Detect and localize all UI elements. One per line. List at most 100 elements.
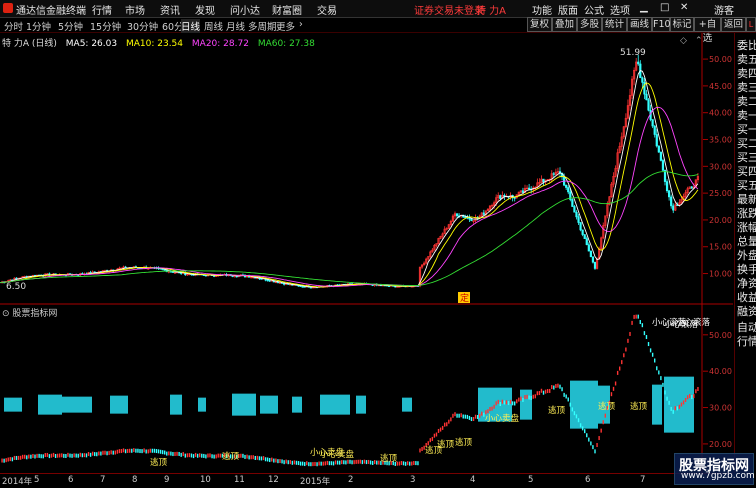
indicator-dot	[559, 384, 561, 389]
period-30min[interactable]: 30分钟	[127, 19, 158, 33]
indicator-signal-label: 逃顶	[380, 453, 398, 464]
indicator-dot	[96, 452, 98, 457]
indicator-dot	[627, 338, 629, 343]
indicator-dot	[269, 458, 271, 463]
indicator-dot	[266, 457, 269, 462]
indicator-dot	[439, 427, 442, 432]
back-button[interactable]: 返回	[721, 17, 746, 32]
menu-item-quotes[interactable]: 行情	[92, 2, 112, 17]
indicator-dot	[660, 376, 662, 381]
indicator-chart[interactable]: 小心滚落小心滚落小心滚落逃顶逃顶 逃顶逃顶逃顶小心卖盘小心卖盘逃顶逃顶逃顶小心卖盘…	[0, 305, 733, 475]
period-intraday[interactable]: 分时	[4, 19, 23, 33]
kline-chart[interactable]: 50.00 45.00 40.00 35.00 30.00 25.00 20.00 15.00…	[0, 33, 733, 305]
indicator-dot	[361, 460, 364, 465]
candle-body	[301, 286, 304, 288]
period-1min[interactable]: 1分钟	[26, 19, 51, 33]
mark-button[interactable]: 标记	[670, 17, 694, 32]
indicator-dot	[621, 360, 623, 365]
indicator-dot	[433, 433, 436, 438]
indicator-dot	[219, 453, 221, 458]
add-watchlist-button[interactable]: +自选	[694, 17, 721, 44]
adjust-button[interactable]: 复权	[527, 17, 552, 32]
indicator-dot	[367, 459, 370, 464]
indicator-dot	[79, 452, 81, 457]
indicator-dot	[85, 453, 88, 458]
period-daily[interactable]: 日线	[181, 19, 201, 33]
stats-button[interactable]: 统计	[602, 17, 627, 32]
indicator-dot	[374, 460, 376, 465]
indicator-dot	[254, 455, 256, 460]
indicator-dot	[664, 390, 666, 395]
menu-item-function[interactable]: 功能	[532, 2, 552, 17]
indicator-dot	[668, 400, 670, 405]
watermark-url: www.7gpzb.com	[681, 471, 755, 481]
close-icon[interactable]: ✕	[680, 2, 688, 13]
panel-label[interactable]: 融资	[737, 303, 756, 319]
indicator-dot	[118, 449, 121, 454]
menu-item-discover[interactable]: 发现	[195, 2, 215, 17]
indicator-dot	[168, 451, 170, 456]
candle-body	[672, 205, 675, 211]
candle-body	[581, 229, 584, 235]
indicator-dot	[281, 459, 283, 464]
period-more-arrow-icon[interactable]: ›	[299, 19, 303, 30]
candle-body	[513, 197, 516, 199]
indicator-dot	[577, 418, 580, 423]
minimize-icon[interactable]: ▁	[640, 2, 648, 13]
quote-toggle[interactable]: 行情	[737, 333, 756, 349]
indicator-dot	[355, 459, 357, 464]
f10-button[interactable]: F10	[652, 17, 671, 32]
candle-body	[579, 222, 582, 231]
period-multi[interactable]: 多周期	[248, 19, 277, 33]
indicator-dot	[244, 454, 246, 459]
indicator-dot	[326, 460, 329, 465]
quote-panel: 委比 卖五 卖四 卖三 卖二 卖一 买一 买二 买三 买四 买五 最新 涨跌 涨…	[734, 33, 756, 473]
menu-item-ask[interactable]: 问小达	[230, 2, 260, 17]
period-5min[interactable]: 5分钟	[58, 19, 83, 33]
indicator-dot	[431, 436, 434, 441]
indicator-dot	[120, 449, 123, 454]
menu-item-formula[interactable]: 公式	[584, 2, 604, 17]
indicator-axis-ticks: 50.00 40.00 30.00 20.00	[701, 305, 732, 475]
indicator-dot	[129, 448, 131, 453]
indicator-dot	[499, 402, 501, 407]
candle-body	[499, 195, 502, 199]
menu-item-trade[interactable]: 交易	[317, 2, 337, 17]
price-tick-label: 50.00	[709, 55, 732, 64]
period-weekly[interactable]: 周线	[204, 19, 223, 33]
candle-body	[542, 178, 545, 183]
draw-button[interactable]: 画线	[627, 17, 652, 32]
indicator-dot	[349, 459, 351, 464]
indicator-dot	[450, 417, 452, 422]
indicator-dot	[50, 453, 53, 458]
candle-body	[567, 187, 570, 193]
marker-label[interactable]: 定	[460, 292, 469, 304]
menu-item-market[interactable]: 市场	[125, 2, 145, 17]
period-15min[interactable]: 15分钟	[90, 19, 121, 33]
indicator-dot	[479, 413, 481, 418]
candle-body	[589, 250, 592, 258]
indicator-bar	[38, 394, 62, 415]
candle-body	[670, 196, 673, 207]
restore-icon[interactable]: □	[660, 2, 669, 13]
candle-body	[653, 125, 656, 135]
multi-stock-button[interactable]: 多股	[577, 17, 602, 32]
indicator-dot	[376, 460, 378, 465]
candle-body	[266, 279, 269, 282]
indicator-dot	[153, 448, 156, 453]
menu-item-layout[interactable]: 版面	[558, 2, 578, 17]
overlay-button[interactable]: 叠加	[552, 17, 577, 32]
indicator-dot	[427, 441, 429, 446]
indicator-dot	[61, 453, 63, 458]
menu-item-news[interactable]: 资讯	[160, 2, 180, 17]
menu-item-options[interactable]: 选项	[610, 2, 630, 17]
indicator-signal-label: 逃顶	[437, 439, 455, 450]
guest-label[interactable]: 游客	[714, 2, 734, 17]
indicator-dot	[536, 391, 539, 396]
menu-item-wealth[interactable]: 财富圈	[272, 2, 302, 17]
period-more[interactable]: 更多	[276, 19, 295, 33]
indicator-dot	[26, 455, 28, 460]
period-monthly[interactable]: 月线	[226, 19, 245, 33]
login-notice[interactable]: 证券交易未登录	[414, 2, 484, 17]
indicator-dot	[52, 452, 55, 457]
